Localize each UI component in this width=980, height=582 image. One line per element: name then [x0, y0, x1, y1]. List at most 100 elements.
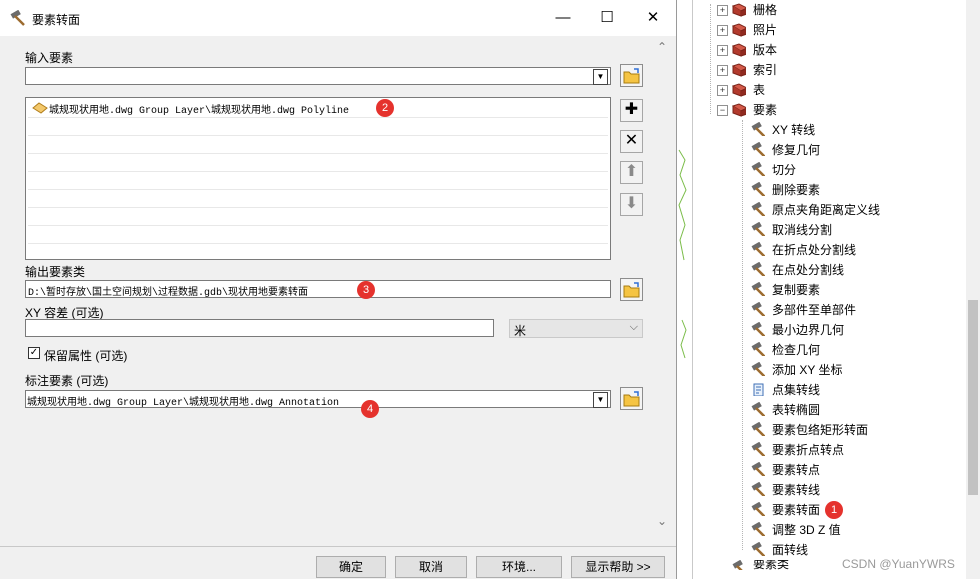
output-feature-class-input[interactable]: D:\暂时存放\国土空间规划\过程数据.gdb\现状用地要素转面 — [25, 280, 611, 299]
tool-row[interactable]: 在折点处分割线 — [688, 240, 958, 260]
browse-label-features-button[interactable] — [620, 387, 643, 410]
toolset-row[interactable]: + 版本 — [688, 40, 958, 60]
toolset-row[interactable]: + 表 — [688, 80, 958, 100]
folder-open-icon — [623, 391, 640, 407]
input-features-combo[interactable]: ▼ — [25, 67, 611, 85]
hammer-icon — [10, 10, 25, 26]
tool-row[interactable]: 要素转面 — [688, 500, 958, 520]
hammer-icon — [751, 402, 765, 416]
label-features-combo[interactable]: 城规现状用地.dwg Group Layer\城规现状用地.dwg Annota… — [25, 390, 611, 409]
collapse-icon[interactable]: − — [717, 105, 728, 116]
tool-row[interactable]: 要素折点转点 — [688, 440, 958, 460]
hammer-icon — [751, 122, 765, 136]
tool-row[interactable]: 要素转线 — [688, 480, 958, 500]
tree-scrollbar-thumb[interactable] — [968, 300, 978, 495]
tool-row[interactable]: 点集转线 — [688, 380, 958, 400]
tool-label: 多部件至单部件 — [772, 303, 857, 317]
tool-row[interactable]: 取消线分割 — [688, 220, 958, 240]
browse-input-button[interactable] — [620, 64, 643, 87]
tool-label: 检查几何 — [772, 343, 821, 357]
toolset-label: 栅格 — [753, 3, 778, 17]
tool-row[interactable]: 最小边界几何 — [688, 320, 958, 340]
dropdown-arrow-icon[interactable]: ▼ — [593, 69, 608, 85]
map-strip — [677, 0, 687, 579]
environments-button[interactable]: 环境... — [476, 556, 562, 578]
tool-row[interactable]: 切分 — [688, 160, 958, 180]
toolset-row[interactable]: + 照片 — [688, 20, 958, 40]
tool-label: 取消线分割 — [772, 223, 833, 237]
output-label: 输出要素类 — [25, 265, 86, 279]
toolset-row[interactable]: + 索引 — [688, 60, 958, 80]
tool-label: 要素转线 — [772, 483, 821, 497]
tool-row[interactable]: 要素转点 — [688, 460, 958, 480]
scroll-up-icon[interactable]: ⌃ — [657, 40, 667, 54]
hammer-icon — [751, 482, 765, 496]
toolset-icon — [732, 83, 746, 97]
tool-row[interactable]: 修复几何 — [688, 140, 958, 160]
keep-attributes-checkbox[interactable]: ✓ — [28, 347, 40, 359]
tool-label: 表转椭圆 — [772, 403, 821, 417]
toolset-icon — [732, 560, 743, 570]
unit-select[interactable]: 米 ⌵ — [509, 319, 643, 338]
toolset-icon — [732, 43, 746, 57]
tool-row[interactable]: 要素包络矩形转面 — [688, 420, 958, 440]
tool-row[interactable]: 添加 XY 坐标 — [688, 360, 958, 380]
close-button[interactable]: ✕ — [630, 0, 676, 36]
move-down-button[interactable]: ⬇ — [620, 193, 643, 216]
browse-output-button[interactable] — [620, 278, 643, 301]
tool-label: 面转线 — [772, 543, 809, 557]
unit-value: 米 — [514, 324, 527, 338]
chevron-down-icon: ⌵ — [629, 321, 638, 333]
show-help-button[interactable]: 显示帮助 >> — [571, 556, 665, 578]
tool-label: 原点夹角距离定义线 — [772, 203, 881, 217]
toolset-icon — [732, 103, 746, 117]
tool-row[interactable]: 检查几何 — [688, 340, 958, 360]
xy-tolerance-input[interactable] — [25, 319, 494, 337]
remove-item-button[interactable]: ✕ — [620, 130, 643, 153]
output-value: D:\暂时存放\国土空间规划\过程数据.gdb\现状用地要素转面 — [28, 288, 309, 299]
hammer-icon — [751, 302, 765, 316]
map-lines-icon — [678, 149, 687, 359]
tool-row[interactable]: 调整 3D Z 值 — [688, 520, 958, 540]
hammer-icon — [751, 342, 765, 356]
input-features-list[interactable]: 城规现状用地.dwg Group Layer\城规现状用地.dwg Polyli… — [25, 97, 611, 260]
step-badge: 1 — [825, 501, 843, 519]
maximize-button[interactable]: ☐ — [584, 0, 630, 36]
ok-button[interactable]: 确定 — [316, 556, 386, 578]
hammer-icon — [751, 222, 765, 236]
input-features-label: 输入要素 — [25, 51, 74, 65]
move-up-button[interactable]: ⬆ — [620, 161, 643, 184]
tool-row[interactable]: 表转椭圆 — [688, 400, 958, 420]
hammer-icon — [751, 442, 765, 456]
dropdown-arrow-icon[interactable]: ▼ — [593, 392, 608, 408]
tool-label: 点集转线 — [772, 383, 821, 397]
expand-icon[interactable]: + — [717, 5, 728, 16]
tool-label: 复制要素 — [772, 283, 821, 297]
expand-icon[interactable]: + — [717, 45, 728, 56]
hammer-icon — [751, 462, 765, 476]
toolset-label: 要素类 — [753, 560, 790, 570]
scroll-down-icon[interactable]: ⌄ — [657, 514, 667, 528]
minimize-button[interactable]: — — [540, 0, 586, 36]
watermark: CSDN @YuanYWRS — [842, 557, 955, 571]
hammer-icon — [751, 202, 765, 216]
add-item-button[interactable]: ✚ — [620, 99, 643, 122]
hammer-icon — [751, 522, 765, 536]
expand-icon[interactable]: + — [717, 25, 728, 36]
dialog-title: 要素转面 — [32, 13, 81, 27]
toolset-row-expanded[interactable]: − 要素 — [688, 100, 958, 120]
expand-icon[interactable]: + — [717, 85, 728, 96]
tool-row[interactable]: 多部件至单部件 — [688, 300, 958, 320]
expand-icon[interactable]: + — [717, 65, 728, 76]
tool-row[interactable]: 复制要素 — [688, 280, 958, 300]
toolset-icon — [732, 23, 746, 37]
tool-row[interactable]: XY 转线 — [688, 120, 958, 140]
tool-row[interactable]: 删除要素 — [688, 180, 958, 200]
toolset-label: 版本 — [753, 43, 778, 57]
tool-row[interactable]: 原点夹角距离定义线 — [688, 200, 958, 220]
polyline-layer-icon — [32, 102, 48, 114]
toolset-row[interactable]: + 栅格 — [688, 0, 958, 20]
hammer-icon — [751, 282, 765, 296]
tool-row[interactable]: 在点处分割线 — [688, 260, 958, 280]
cancel-button[interactable]: 取消 — [395, 556, 467, 578]
